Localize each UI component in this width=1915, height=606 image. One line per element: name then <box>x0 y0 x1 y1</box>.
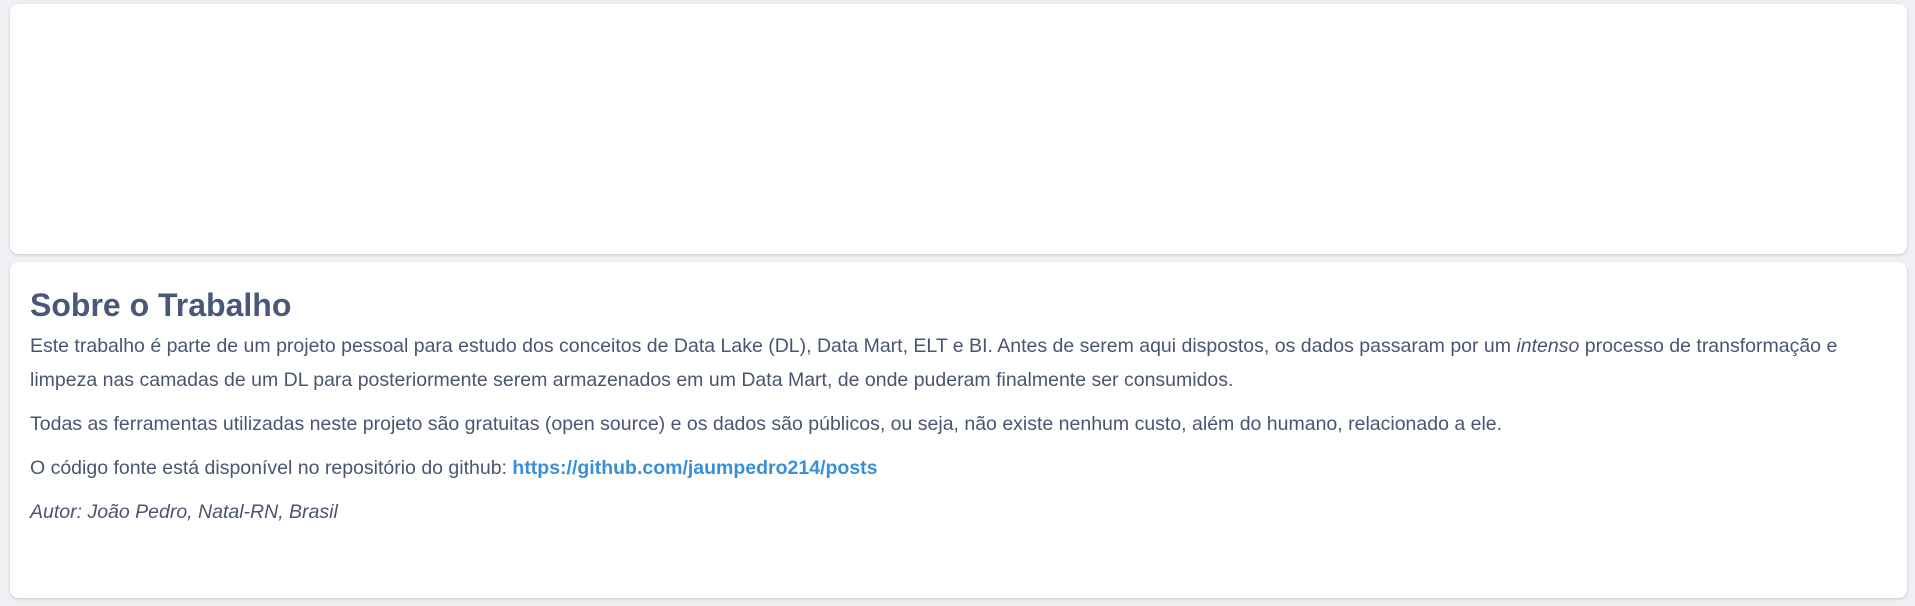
github-repo-link[interactable]: https://github.com/jaumpedro214/posts <box>512 457 877 479</box>
about-paragraph-tools: Todas as ferramentas utilizadas neste pr… <box>30 413 1503 436</box>
intro-emphasis: intenso <box>1516 335 1580 358</box>
source-text: O código fonte está disponível no reposi… <box>30 457 513 480</box>
author-line: Autor: João Pedro, Natal-RN, Brasil <box>30 501 338 524</box>
top-panel <box>10 4 1907 254</box>
about-title: Sobre o Trabalho <box>30 287 292 323</box>
intro-text-before: Este trabalho é parte de um projeto pess… <box>30 335 1517 358</box>
about-paragraph-intro: Este trabalho é parte de um projeto pess… <box>30 329 1887 397</box>
about-paragraph-source: O código fonte está disponível no reposi… <box>30 451 1887 485</box>
about-panel: Sobre o Trabalho Este trabalho é parte d… <box>10 262 1907 598</box>
